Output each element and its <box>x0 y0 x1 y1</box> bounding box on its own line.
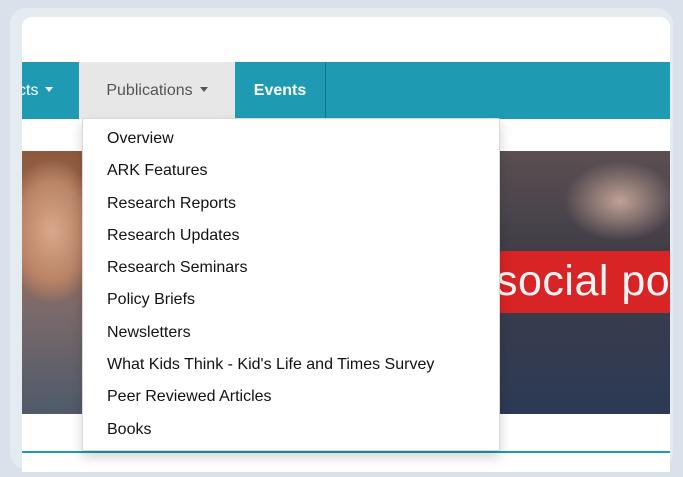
banner-bottom-border <box>22 451 670 453</box>
menu-item-books[interactable]: Books <box>83 414 499 446</box>
menu-item-overview[interactable]: Overview <box>83 123 499 155</box>
menu-item-what-kids-think[interactable]: What Kids Think - Kid's Life and Times S… <box>83 349 499 381</box>
browser-page: cts Publications Events social po Overvi… <box>22 17 670 472</box>
menu-item-research-reports[interactable]: Research Reports <box>83 188 499 220</box>
menu-item-peer-reviewed-articles[interactable]: Peer Reviewed Articles <box>83 381 499 413</box>
menu-item-research-seminars[interactable]: Research Seminars <box>83 252 499 284</box>
nav-item-events[interactable]: Events <box>235 62 325 119</box>
caret-down-icon <box>45 87 54 93</box>
nav-item-label: Events <box>253 82 307 99</box>
nav-item-label: Publications <box>106 82 193 99</box>
banner-caption-text: social po <box>500 257 670 305</box>
publications-dropdown-menu: Overview ARK Features Research Reports R… <box>82 118 500 451</box>
caret-down-icon <box>199 87 208 93</box>
banner-caption: social po <box>500 251 670 313</box>
nav-item-projects[interactable]: cts <box>22 62 54 119</box>
nav-item-publications[interactable]: Publications <box>79 62 235 119</box>
menu-item-research-updates[interactable]: Research Updates <box>83 220 499 252</box>
nav-item-label: cts <box>22 82 39 99</box>
menu-item-ark-features[interactable]: ARK Features <box>83 155 499 187</box>
menu-item-newsletters[interactable]: Newsletters <box>83 317 499 349</box>
dropdown-list: Overview ARK Features Research Reports R… <box>83 119 499 446</box>
main-navbar: cts Publications Events <box>22 62 670 119</box>
menu-item-policy-briefs[interactable]: Policy Briefs <box>83 284 499 316</box>
nav-divider <box>325 62 326 119</box>
